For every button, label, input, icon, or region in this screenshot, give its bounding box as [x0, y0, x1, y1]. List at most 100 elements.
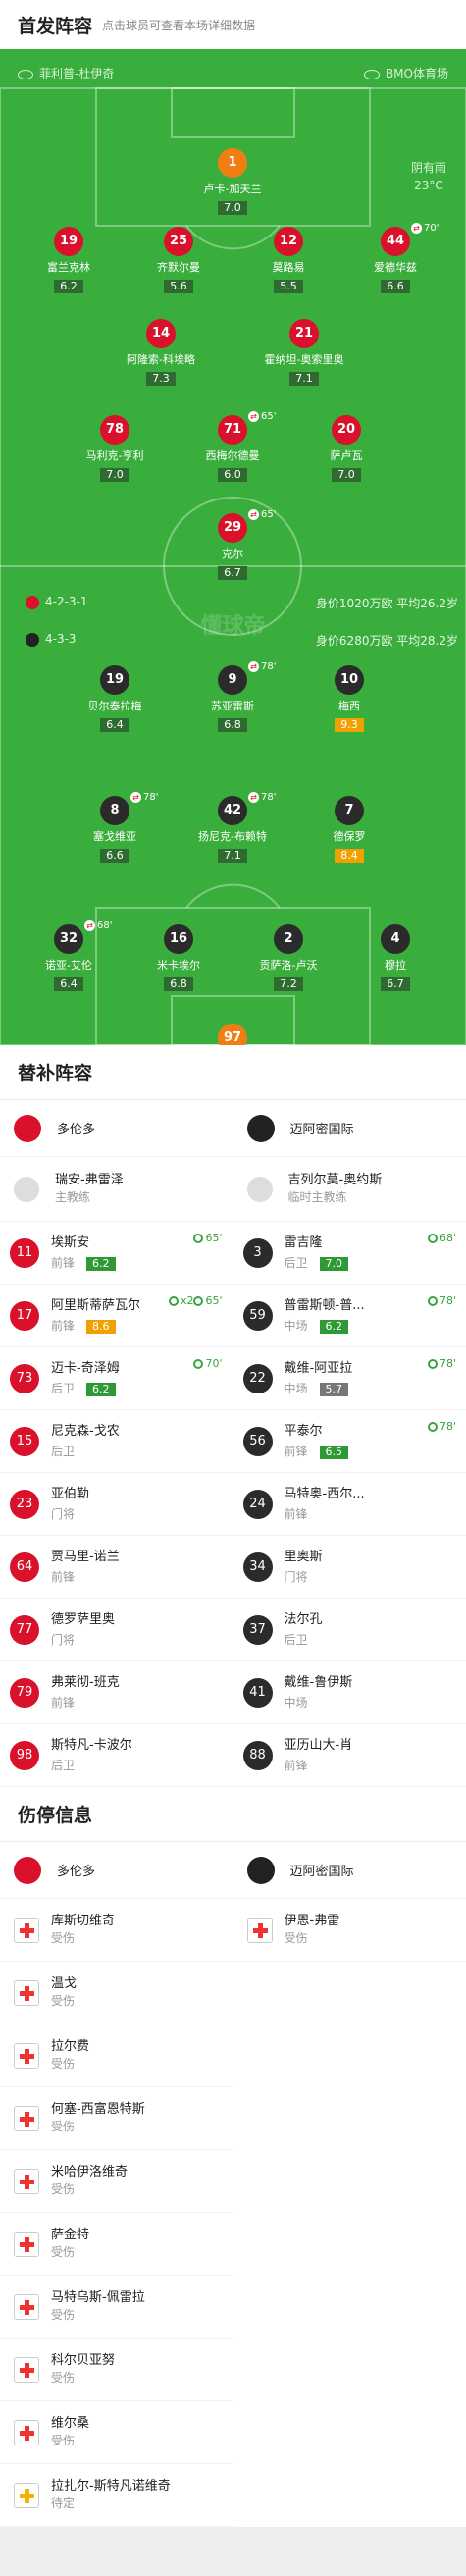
player-away[interactable]: 8塞戈维亚6.6⇄78' — [66, 796, 164, 863]
injured-player-name: 何塞-西富恩特斯 — [51, 2101, 145, 2119]
injured-player-name: 萨金特 — [51, 2227, 89, 2244]
sub-name: 雷吉隆 — [285, 1235, 349, 1252]
sub-row[interactable]: 24马特奥-西尔...前锋 — [233, 1473, 466, 1536]
sub-row[interactable]: 34里奥斯门将 — [233, 1536, 466, 1599]
player-rating: 7.1 — [218, 849, 247, 863]
home-team-row[interactable]: 多伦多 — [0, 1100, 233, 1157]
away-team-row[interactable]: 迈阿密国际 — [233, 1100, 466, 1157]
player-home[interactable]: 21霍纳坦-奥索里奥7.1 — [255, 319, 353, 386]
player-away[interactable]: 7德保罗8.4 — [300, 796, 398, 863]
temperature: 23°C — [411, 177, 446, 194]
medical-cross-icon — [14, 2357, 39, 2383]
sub-meta: 门将 — [51, 1629, 115, 1649]
sub-row[interactable]: 98斯特凡-卡波尔后卫 — [0, 1724, 233, 1787]
jersey-number: 15 — [10, 1427, 39, 1456]
player-home[interactable]: 44爱德华兹6.6⇄70' — [346, 227, 444, 293]
sub-position: 后卫 — [285, 1256, 308, 1270]
injury-row[interactable]: 伊恩-弗雷受伤 — [233, 1899, 466, 1962]
referee: 菲利普-杜伊奇 — [18, 65, 114, 81]
pitch: 菲利普-杜伊奇 BMO体育场 阴有雨 23°C 懂球帝 4-2-3-1 身价10… — [0, 49, 466, 1045]
sub-in-icon — [193, 1296, 203, 1306]
away-team-row[interactable]: 迈阿密国际 — [233, 1842, 466, 1899]
player-home[interactable]: 19富兰克林6.2 — [20, 227, 118, 293]
player-home[interactable]: 78马利克-亨利7.0 — [66, 415, 164, 482]
player-rating: 7.0 — [332, 468, 361, 482]
injury-row[interactable]: 米哈伊洛维奇受伤 — [0, 2150, 233, 2213]
sub-row[interactable]: 56平泰尔前锋6.578' — [233, 1410, 466, 1473]
sub-out-icon: ⇄ — [248, 661, 259, 672]
injury-row[interactable]: 科尔贝亚努受伤 — [0, 2339, 233, 2401]
jersey-number: 11 — [10, 1238, 39, 1268]
jersey-number: 3 — [243, 1238, 273, 1268]
sub-row[interactable]: 41戴维-鲁伊斯中场 — [233, 1661, 466, 1724]
injury-row[interactable]: 温戈受伤 — [0, 1962, 233, 2024]
injury-row[interactable]: 维尔桑受伤 — [0, 2401, 233, 2464]
medical-cross-icon — [14, 2106, 39, 2131]
injury-row[interactable]: 库斯切维奇受伤 — [0, 1899, 233, 1962]
sub-row[interactable]: 11埃斯安前锋6.265' — [0, 1222, 233, 1285]
home-team-row[interactable]: 多伦多 — [0, 1842, 233, 1899]
sub-row[interactable]: 15尼克森-戈农后卫 — [0, 1410, 233, 1473]
away-injuries-list: 伊恩-弗雷受伤 — [233, 1899, 466, 1962]
player-name: 贝尔泰拉梅 — [66, 698, 164, 713]
player-rating: 6.6 — [381, 280, 410, 293]
player-away[interactable]: 10梅西9.3 — [300, 665, 398, 732]
player-home[interactable]: 71西梅尔德曼6.0⇄65' — [183, 415, 282, 482]
player-home[interactable]: 25齐默尔曼5.6 — [129, 227, 228, 293]
sub-row[interactable]: 64贾马里-诺兰前锋 — [0, 1536, 233, 1599]
injury-row[interactable]: 拉尔费受伤 — [0, 2024, 233, 2087]
away-coach[interactable]: 吉列尔莫-奥约斯临时主教练 — [233, 1157, 466, 1222]
player-rating: 7.0 — [218, 201, 247, 215]
player-home[interactable]: 12莫路易5.5 — [239, 227, 337, 293]
player-name: 米卡埃尔 — [129, 957, 228, 973]
player-rating: 6.7 — [218, 566, 247, 580]
sub-row[interactable]: 22戴维-阿亚拉中场5.778' — [233, 1347, 466, 1410]
player-rating: 7.0 — [100, 468, 129, 482]
jersey-number: 10 — [335, 665, 364, 695]
sub-event-value: x2 — [181, 1294, 194, 1307]
sub-meta: 前锋 — [285, 1755, 353, 1774]
player-away[interactable]: 9苏亚雷斯6.8⇄78' — [183, 665, 282, 732]
player-away[interactable]: 4穆拉6.7 — [346, 924, 444, 991]
injury-row[interactable]: 拉扎尔-斯特凡诺维奇待定 — [0, 2464, 233, 2527]
jersey-number: 19 — [100, 665, 129, 695]
player-away[interactable]: 42扬尼克-布赖特7.1⇄78' — [183, 796, 282, 863]
injury-status: 受伤 — [285, 1930, 340, 1947]
sub-row[interactable]: 17阿里斯蒂萨瓦尔前锋8.6x265' — [0, 1285, 233, 1347]
player-home[interactable]: 1卢卡-加夫兰7.0 — [183, 148, 282, 215]
player-home[interactable]: 29克尔6.7⇄65' — [183, 513, 282, 580]
sub-info: 法尔孔后卫 — [285, 1611, 323, 1649]
sub-row[interactable]: 88亚历山大-肖前锋 — [233, 1724, 466, 1787]
sub-row[interactable]: 3雷吉隆后卫7.068' — [233, 1222, 466, 1285]
sub-row[interactable]: 73迈卡-奇泽姆后卫6.270' — [0, 1347, 233, 1410]
sub-position: 前锋 — [285, 1445, 308, 1458]
home-coach[interactable]: 瑞安-弗雷泽主教练 — [0, 1157, 233, 1222]
injury-status: 待定 — [51, 2496, 171, 2512]
sub-event-value: 78' — [440, 1420, 456, 1433]
sub-info: 贾马里-诺兰前锋 — [51, 1549, 120, 1586]
sub-row[interactable]: 77德罗萨里奥门将 — [0, 1599, 233, 1661]
injury-row[interactable]: 何塞-西富恩特斯受伤 — [0, 2087, 233, 2150]
player-home[interactable]: 14阿隆索-科埃略7.3 — [112, 319, 210, 386]
player-away[interactable]: 16米卡埃尔6.8 — [129, 924, 228, 991]
sub-row[interactable]: 59普雷斯顿-普...中场6.278' — [233, 1285, 466, 1347]
player-away[interactable]: 2贡萨洛-卢沃7.2 — [239, 924, 337, 991]
player-home[interactable]: 20萨卢瓦7.0 — [297, 415, 395, 482]
sub-name: 里奥斯 — [285, 1549, 323, 1566]
player-rating: 9.3 — [335, 718, 364, 732]
injury-row[interactable]: 萨金特受伤 — [0, 2213, 233, 2276]
player-away[interactable]: 19贝尔泰拉梅6.4 — [66, 665, 164, 732]
injury-info: 温戈受伤 — [51, 1975, 77, 2010]
injury-row[interactable]: 马特乌斯-佩雷拉受伤 — [0, 2276, 233, 2339]
jersey-number: 77 — [10, 1615, 39, 1645]
player-away[interactable]: 97圣克莱尔7.6 — [183, 1024, 282, 1045]
sub-row[interactable]: 37法尔孔后卫 — [233, 1599, 466, 1661]
sub-meta: 中场6.2 — [285, 1315, 365, 1335]
player-away[interactable]: 32诺亚-艾伦6.4⇄68' — [20, 924, 118, 991]
player-rating: 6.7 — [381, 977, 410, 991]
injury-status: 受伤 — [51, 2182, 128, 2198]
sub-row[interactable]: 79弗莱彻-班克前锋 — [0, 1661, 233, 1724]
sub-row[interactable]: 23亚伯勒门将 — [0, 1473, 233, 1536]
sub-rating: 7.0 — [320, 1257, 349, 1271]
jersey-number: 97 — [218, 1024, 247, 1045]
